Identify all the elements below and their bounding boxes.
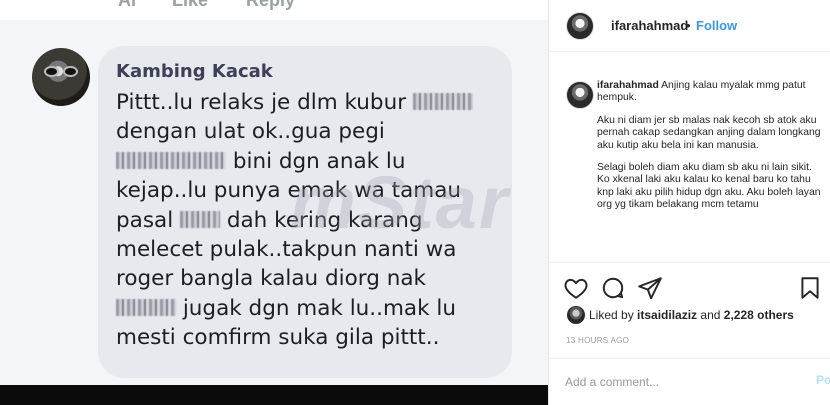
caption-paragraph: ifarahahmad Anjing kalau myalak mmg patu…	[597, 80, 825, 105]
commenter-name: Kambing Kacak	[116, 61, 273, 82]
heart-icon[interactable]	[563, 275, 589, 301]
caption-username[interactable]: ifarahahmad	[597, 80, 659, 91]
sunglasses-icon	[63, 66, 78, 77]
share-icon[interactable]	[637, 275, 663, 301]
user-avatar[interactable]	[566, 12, 594, 40]
comment-composer: Post	[549, 358, 830, 405]
comment-line-text: Pittt..lu relaks je dlm kubur	[116, 90, 413, 115]
post-button[interactable]: Post	[816, 373, 830, 387]
comment-line: mesti comfirm suka gila pittt..	[116, 323, 506, 352]
comment-line: Pittt..lu relaks je dlm kubur	[116, 88, 506, 117]
instagram-panel: ifarahahmad • Follow ifarahahmad Anjing …	[548, 0, 830, 405]
comment-line-text: pasal	[116, 207, 181, 233]
censored-word	[180, 210, 221, 228]
censored-word	[116, 151, 226, 169]
liker-username[interactable]: itsaidilaziz	[637, 308, 697, 322]
liker-avatar[interactable]	[567, 306, 585, 324]
fb-reply-fragment: Reply	[246, 0, 296, 10]
comment-line-text: roger bangla kalau diorg nak	[116, 266, 426, 292]
likes-middle: and	[697, 308, 724, 322]
caption-paragraph: Selagi boleh diam aku diam sb aku ni lai…	[597, 162, 821, 211]
follow-button[interactable]: Follow	[696, 18, 737, 33]
comment-input[interactable]	[565, 372, 810, 392]
comment-line-text: jugak dgn mak lu..mak lu	[176, 295, 456, 321]
comment-line: dengan ulat ok..gua pegi	[116, 117, 506, 146]
header-username[interactable]: ifarahahmad	[611, 18, 688, 33]
comment-line-text: dengan ulat ok..gua pegi	[116, 119, 385, 145]
caption-avatar[interactable]	[566, 81, 594, 109]
comment-icon[interactable]	[600, 275, 626, 301]
likes-count-link[interactable]: 2,228 others	[724, 308, 794, 322]
separator-dot: •	[686, 18, 691, 33]
comment-line: roger bangla kalau diorg nak	[116, 264, 506, 293]
fb-bottom-strip	[0, 385, 548, 405]
caption-paragraph: Aku ni diam jer sb malas nak kecoh sb at…	[597, 114, 821, 151]
commenter-avatar	[32, 48, 90, 106]
fb-action-fragment: Ar	[118, 0, 139, 10]
bookmark-icon[interactable]	[797, 275, 823, 301]
likes-prefix: Liked by	[589, 308, 638, 322]
comment-line: jugak dgn mak lu..mak lu	[116, 294, 506, 323]
censored-word	[116, 298, 176, 316]
post-header: ifarahahmad • Follow	[549, 0, 830, 52]
facebook-screenshot: Ar Like Reply Kambing Kacak Pittt..lu re…	[0, 0, 548, 405]
post-timestamp[interactable]: 13 HOURS AGO	[566, 336, 629, 345]
mstar-watermark: mStar	[290, 161, 510, 244]
fb-like-fragment: Like	[172, 0, 209, 10]
comment-line-text: mesti comfirm suka gila pittt..	[116, 325, 440, 351]
post-caption: ifarahahmad Anjing kalau myalak mmg patu…	[597, 80, 825, 258]
fb-action-strip: Ar Like Reply	[0, 0, 548, 20]
sunglasses-icon	[44, 66, 59, 77]
likes-text: Liked by itsaidilaziz and 2,228 others	[589, 308, 794, 322]
censored-word	[412, 93, 473, 110]
